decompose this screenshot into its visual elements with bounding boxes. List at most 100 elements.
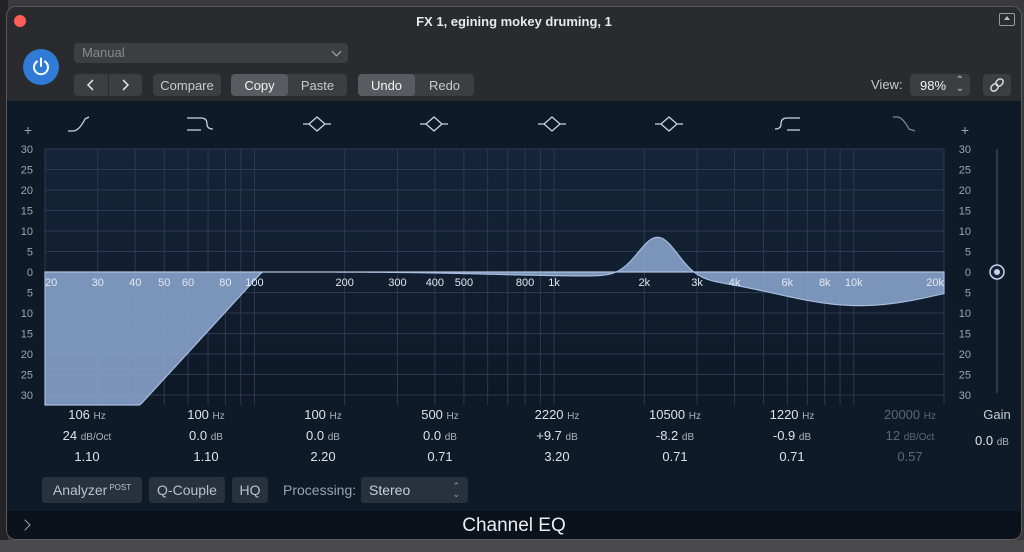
- band-4-params: 500 Hz 0.0 dB 0.71: [390, 407, 490, 464]
- updown-chevron-icon: ⌃ ⌄: [955, 75, 964, 94]
- undo-redo-group: Undo Redo: [358, 74, 474, 96]
- db-tick-label: 10: [959, 308, 971, 320]
- frequency-tick-label: 80: [219, 277, 231, 289]
- link-button[interactable]: [983, 74, 1011, 96]
- frequency-tick-label: 800: [516, 277, 534, 289]
- band-4-gain[interactable]: 0.0 dB: [390, 428, 490, 443]
- db-tick-label: 20: [959, 349, 971, 361]
- band-8-frequency-unit: Hz: [923, 411, 936, 422]
- undo-button[interactable]: Undo: [358, 74, 415, 96]
- band-6-frequency[interactable]: 10500 Hz: [625, 407, 725, 422]
- band-1-gain[interactable]: 24 dB/Oct: [37, 428, 137, 443]
- plugin-name: Channel EQ: [462, 515, 566, 536]
- band-8-frequency-value: 20000: [883, 407, 921, 422]
- band-8-gain-unit: dB/Oct: [903, 432, 935, 443]
- db-tick-label: 25: [21, 370, 33, 382]
- analyzer-label: Analyzer: [52, 482, 108, 498]
- gain-value-field[interactable]: 0.0 dB: [975, 433, 1009, 448]
- hq-button[interactable]: HQ: [232, 477, 268, 503]
- preset-value: Manual: [82, 45, 125, 60]
- db-tick-label: 30: [21, 390, 33, 402]
- compare-button[interactable]: Compare: [153, 74, 221, 96]
- band-8-params: 20000 Hz 12 dB/Oct 0.57: [860, 407, 960, 464]
- band-1-frequency-value: 106: [68, 407, 90, 422]
- gain-slider-handle-dot: [994, 269, 1000, 275]
- band-7-frequency-unit: Hz: [802, 411, 815, 422]
- band-5-q[interactable]: 3.20: [507, 449, 607, 464]
- power-button[interactable]: [23, 49, 59, 85]
- band-1-params: 106 Hz 24 dB/Oct 1.10: [37, 407, 137, 464]
- band-2-frequency[interactable]: 100 Hz: [156, 407, 256, 422]
- band-4-q[interactable]: 0.71: [390, 449, 490, 464]
- db-tick-label: 10: [959, 226, 971, 238]
- float-window-icon[interactable]: [999, 13, 1015, 26]
- previous-preset-button[interactable]: [74, 74, 109, 96]
- band-3-frequency-value: 100: [304, 407, 326, 422]
- band-1-gain-unit: dB/Oct: [80, 432, 112, 443]
- view-zoom-value: 98%: [920, 78, 947, 93]
- add-band-left-button[interactable]: +: [24, 122, 32, 138]
- copy-button[interactable]: Copy: [231, 74, 288, 96]
- db-tick-label: 5: [965, 288, 971, 300]
- frequency-tick-label: 500: [455, 277, 473, 289]
- preset-menu[interactable]: Manual: [74, 43, 348, 63]
- band-5-gain[interactable]: +9.7 dB: [507, 428, 607, 443]
- band-1-frequency[interactable]: 106 Hz: [37, 407, 137, 422]
- band-6-q[interactable]: 0.71: [625, 449, 725, 464]
- link-icon: [990, 78, 1004, 92]
- band-2-q[interactable]: 1.10: [156, 449, 256, 464]
- band-1-q[interactable]: 1.10: [37, 449, 137, 464]
- preset-nav: [74, 74, 142, 96]
- band-3-gain[interactable]: 0.0 dB: [273, 428, 373, 443]
- processing-label: Processing:: [283, 482, 357, 498]
- next-preset-button[interactable]: [109, 74, 143, 96]
- frequency-tick-label: 200: [335, 277, 353, 289]
- band-6-gain-unit: dB: [681, 432, 695, 443]
- band-3-q[interactable]: 2.20: [273, 449, 373, 464]
- db-tick-label: 0: [27, 267, 33, 279]
- band-6-gain[interactable]: -8.2 dB: [625, 428, 725, 443]
- band-3-frequency[interactable]: 100 Hz: [273, 407, 373, 422]
- plugin-footer: Channel EQ: [7, 511, 1021, 539]
- band-3-gain-value: 0.0: [306, 428, 325, 443]
- band-8-gain[interactable]: 12 dB/Oct: [860, 428, 960, 443]
- plugin-header: Manual Compare Copy Paste Undo Redo View…: [7, 37, 1021, 101]
- band-2-gain[interactable]: 0.0 dB: [156, 428, 256, 443]
- add-band-right-button[interactable]: +: [961, 122, 969, 138]
- band-4-frequency-unit: Hz: [446, 411, 459, 422]
- band-7-params: 1220 Hz -0.9 dB 0.71: [742, 407, 842, 464]
- band-4-frequency[interactable]: 500 Hz: [390, 407, 490, 422]
- view-zoom-select[interactable]: 98% ⌃ ⌄: [910, 74, 970, 96]
- frequency-tick-label: 400: [426, 277, 444, 289]
- frequency-tick-label: 6k: [781, 277, 793, 289]
- q-couple-button[interactable]: Q-Couple: [149, 477, 225, 503]
- processing-select[interactable]: Stereo ⌃ ⌄: [361, 477, 468, 503]
- band-1-frequency-unit: Hz: [93, 411, 106, 422]
- analyzer-button[interactable]: Analyzer POST: [42, 477, 142, 503]
- band-7-frequency[interactable]: 1220 Hz: [742, 407, 842, 422]
- band-2-frequency-value: 100: [187, 407, 209, 422]
- db-tick-label: 15: [959, 329, 971, 341]
- band-6-gain-value: -8.2: [655, 428, 679, 443]
- paste-button[interactable]: Paste: [288, 74, 347, 96]
- db-tick-label: 25: [959, 165, 971, 177]
- band-7-frequency-value: 1220: [769, 407, 799, 422]
- window-title: FX 1, egining mokey druming, 1: [416, 14, 612, 29]
- band-4-gain-value: 0.0: [423, 428, 442, 443]
- frequency-tick-label: 60: [182, 277, 194, 289]
- power-icon: [33, 57, 49, 76]
- frequency-tick-label: 20: [45, 277, 57, 289]
- redo-button[interactable]: Redo: [415, 74, 474, 96]
- db-tick-label: 15: [21, 329, 33, 341]
- band-7-q[interactable]: 0.71: [742, 449, 842, 464]
- band-8-frequency[interactable]: 20000 Hz: [860, 407, 960, 422]
- band-5-gain-value: +9.7: [536, 428, 562, 443]
- gain-label: Gain: [983, 407, 1011, 422]
- band-1-gain-value: 24: [62, 428, 78, 443]
- band-7-gain[interactable]: -0.9 dB: [742, 428, 842, 443]
- band-5-frequency[interactable]: 2220 Hz: [507, 407, 607, 422]
- band-3-params: 100 Hz 0.0 dB 2.20: [273, 407, 373, 464]
- frequency-tick-label: 4k: [729, 277, 741, 289]
- host-bottom-strip: [0, 540, 1024, 552]
- band-8-q[interactable]: 0.57: [860, 449, 960, 464]
